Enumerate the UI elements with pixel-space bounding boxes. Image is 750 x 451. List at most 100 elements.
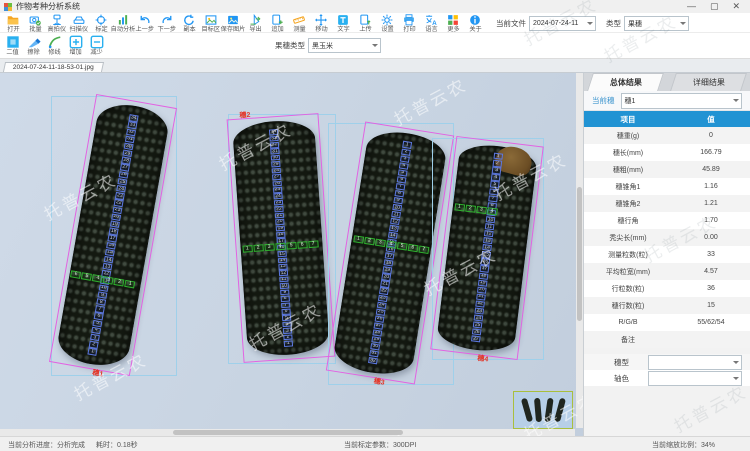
- kernel-count-cell: 15: [481, 251, 491, 258]
- toolbar-scanner-button[interactable]: 扫描仪: [68, 14, 90, 33]
- edit-decrease-button[interactable]: 减少: [86, 35, 107, 56]
- kernel-count-cell: 2: [493, 160, 503, 167]
- edit-fixline-button[interactable]: 修线: [44, 35, 65, 56]
- result-value: 55/62/54: [672, 319, 750, 326]
- edit-increase-button[interactable]: 增加: [65, 35, 86, 56]
- result-value: 1.21: [672, 200, 750, 207]
- result-row: 行粒数(粒)36: [584, 280, 750, 297]
- settings-icon: [381, 14, 393, 26]
- row-count-cell: 5: [286, 242, 296, 250]
- edit-erase-button[interactable]: 擦除: [23, 35, 44, 56]
- kernel-count-cell: 13: [483, 237, 493, 244]
- document-tabstrip: 2024-07-24-11-18-53-01.jpg: [0, 59, 750, 73]
- axis-color-dropdown[interactable]: [648, 371, 742, 386]
- tab-detail-results[interactable]: 详细结果: [670, 73, 747, 91]
- row-count-cell: 2: [253, 244, 263, 252]
- kernel-count-cell: 9: [280, 289, 289, 295]
- toolbar-duplicate-button[interactable]: 副本: [178, 14, 200, 33]
- kernel-count-cell: 30: [271, 155, 280, 161]
- overview-thumbnail[interactable]: [513, 391, 573, 429]
- row-count-cell: 5: [396, 242, 407, 250]
- increase-label: 增加: [69, 49, 81, 56]
- row-count-cell: 3: [375, 238, 386, 246]
- close-button[interactable]: ✕: [732, 2, 740, 11]
- result-row: 秃尖长(mm)0.00: [584, 229, 750, 246]
- ear-shape-label: 穗型: [614, 357, 648, 368]
- canvas-vertical-scrollbar[interactable]: [576, 73, 583, 428]
- kernel-count-cell: 12: [279, 270, 288, 276]
- result-item: 穗长(mm): [584, 148, 672, 158]
- result-item: 行粒数(粒): [584, 284, 672, 294]
- toolbar-doccam-button[interactable]: 高拍仪: [46, 14, 68, 33]
- ear-type-dropdown[interactable]: 黑玉米: [308, 38, 381, 53]
- kernel-count-cell: 19: [478, 279, 488, 286]
- binary-icon: [6, 35, 20, 49]
- toolbar-redo-button[interactable]: 下一步: [156, 14, 178, 33]
- toolbar-batch-button[interactable]: 批量: [24, 14, 46, 33]
- kernel-count-cell: 27: [272, 174, 281, 180]
- toolbar-upload-button[interactable]: 上传: [354, 14, 376, 33]
- ear-label: 穗1: [92, 368, 104, 380]
- result-item: 穗粗(mm): [584, 165, 672, 175]
- toolbar-more-button[interactable]: 更多: [442, 14, 464, 33]
- results-table-header: 项目 值: [584, 111, 750, 127]
- toolbar-export-button[interactable]: 导出: [244, 14, 266, 33]
- toolbar-move-button[interactable]: 移动: [310, 14, 332, 33]
- row-count-cell: 2: [114, 278, 125, 287]
- toolbar-language-button[interactable]: A语言: [420, 14, 442, 33]
- image-canvas[interactable]: 3433323130292827262524232221201918171615…: [0, 73, 583, 436]
- current-ear-dropdown[interactable]: 穗1: [621, 93, 743, 109]
- kernel-count-cell: 27: [471, 335, 481, 342]
- toolbar-open-button[interactable]: 打开: [2, 14, 24, 33]
- thumbnail-ear: [520, 398, 532, 423]
- text-icon: [337, 14, 349, 26]
- kernel-count-cell: 21: [476, 293, 486, 300]
- ear-shape-dropdown[interactable]: [648, 355, 742, 370]
- canvas-horizontal-scrollbar[interactable]: [0, 429, 575, 436]
- toolbar-region-button[interactable]: 目标区: [200, 14, 222, 33]
- result-row: 穗重(g)0: [584, 127, 750, 144]
- kernel-count-cell: 23: [274, 200, 283, 206]
- kernel-count-cell: 14: [278, 257, 287, 263]
- toolbar-print-button[interactable]: 打印: [398, 14, 420, 33]
- status-calibration: 当前标定参数：300DPI: [344, 440, 416, 450]
- toolbar-undo-button[interactable]: 上一步: [134, 14, 156, 33]
- toolbar-text-button[interactable]: 文字: [332, 14, 354, 33]
- edit-binary-button[interactable]: 二值: [2, 35, 23, 56]
- file-tab[interactable]: 2024-07-24-11-18-53-01.jpg: [3, 62, 104, 72]
- toolbar-append-button[interactable]: 追加: [266, 14, 288, 33]
- result-value: 166.79: [672, 149, 750, 156]
- decrease-label: 减少: [90, 49, 102, 56]
- kernel-count-cell: 29: [271, 161, 280, 167]
- kernel-count-cell: 21: [275, 212, 284, 218]
- tab-overall-results[interactable]: 总体结果: [587, 73, 664, 91]
- result-value: 4.57: [672, 268, 750, 275]
- row-count-cell: 4: [487, 207, 498, 215]
- open-icon: [7, 14, 19, 26]
- maximize-button[interactable]: ▢: [710, 2, 719, 11]
- type-dropdown[interactable]: 果穗: [624, 16, 689, 31]
- kernel-count-cell: 22: [475, 300, 485, 307]
- kernel-count-cell: 5: [490, 181, 500, 188]
- kernel-count-cell: 22: [274, 206, 283, 212]
- row-count-cell: 6: [407, 244, 418, 252]
- current-file-dropdown[interactable]: 2024-07-24-11: [529, 16, 596, 31]
- saveimg-icon: [227, 14, 239, 26]
- upload-icon: [359, 14, 371, 26]
- measure-icon: [293, 14, 305, 26]
- title-bar: 作物考种分析系统 — ▢ ✕: [0, 0, 750, 13]
- toolbar-about-button[interactable]: 关于: [464, 14, 486, 33]
- toolbar-calibrate-button[interactable]: 标定: [90, 14, 112, 33]
- toolbar-analyze-button[interactable]: 自动分析: [112, 14, 134, 33]
- kernel-count-cell: 26: [273, 180, 282, 186]
- ear-2[interactable]: 3433323130292827262524232221201918171615…: [232, 118, 330, 357]
- result-item: 平均粒宽(mm): [584, 267, 672, 277]
- toolbar-settings-button[interactable]: 设置: [376, 14, 398, 33]
- kernel-count-cell: 24: [474, 314, 484, 321]
- kernel-count-cell: 1: [284, 341, 293, 347]
- toolbar-measure-button[interactable]: 测量: [288, 14, 310, 33]
- minimize-button[interactable]: —: [687, 2, 696, 11]
- kernel-count-cell: 10: [280, 283, 289, 289]
- current-ear-label: 当前穗: [592, 95, 615, 106]
- toolbar-saveimg-button[interactable]: 保存图片: [222, 14, 244, 33]
